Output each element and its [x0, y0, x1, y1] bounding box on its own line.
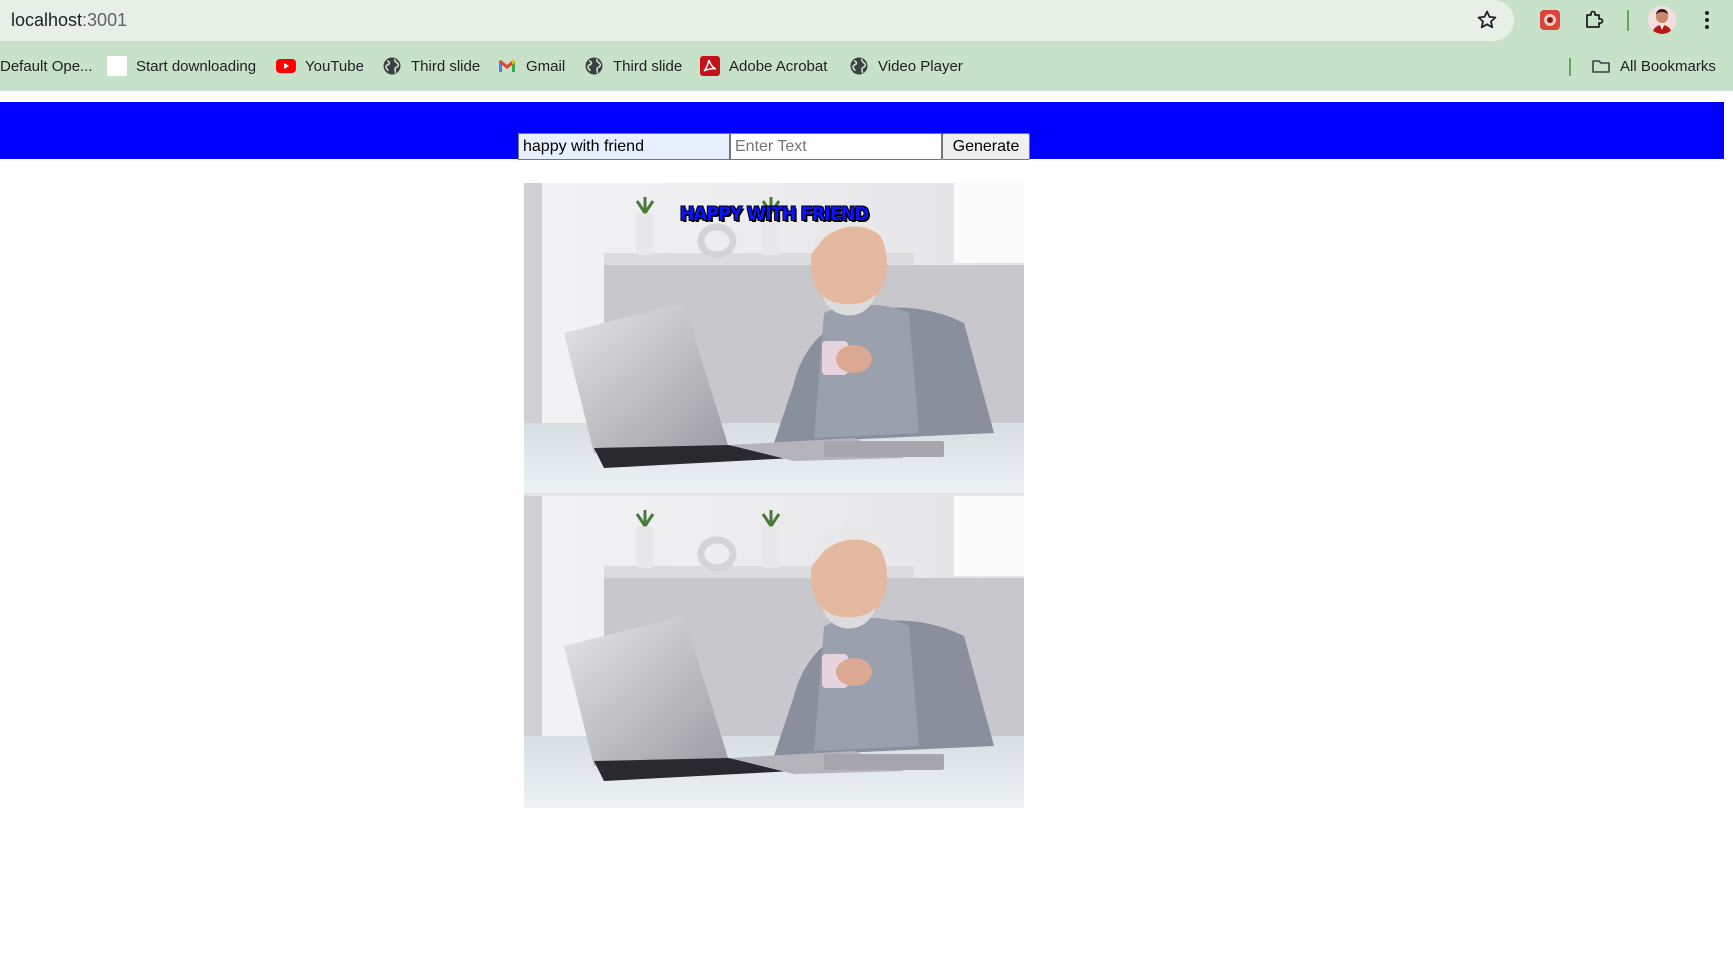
bookmark-label: Third slide	[411, 57, 481, 75]
url-text[interactable]: localhost:3001	[11, 10, 127, 31]
generate-button[interactable]: Generate	[942, 133, 1030, 160]
meme-picture	[524, 183, 1024, 808]
bookmark-start-downloading[interactable]: Start downloading	[107, 54, 256, 78]
bookmark-label: YouTube	[305, 57, 364, 75]
browser-toolbar: localhost:3001	[0, 0, 1733, 41]
bookmark-label: Video Player	[878, 57, 963, 75]
bookmark-label: Default Ope...	[0, 57, 93, 75]
meme-image: HAPPY WITH FRIEND	[524, 183, 1024, 808]
globe-icon	[383, 57, 401, 75]
bookmarks-divider	[1569, 58, 1571, 76]
address-bar[interactable]: localhost:3001	[0, 0, 1514, 41]
extension-icon[interactable]	[1538, 8, 1562, 32]
all-bookmarks-label: All Bookmarks	[1620, 57, 1716, 75]
bookmark-label: Start downloading	[136, 57, 257, 75]
blank-page-icon	[107, 56, 127, 76]
all-bookmarks-button[interactable]: All Bookmarks	[1591, 54, 1716, 78]
meme-top-panel	[524, 183, 1024, 495]
more-menu-icon[interactable]	[1697, 8, 1717, 32]
url-host: localhost	[11, 10, 83, 30]
toolbar-divider	[1627, 10, 1629, 31]
bookmark-youtube[interactable]: YouTube	[276, 54, 364, 78]
youtube-icon	[276, 59, 296, 73]
gmail-icon	[499, 60, 515, 72]
bookmark-label: Gmail	[526, 57, 566, 75]
bookmark-gmail[interactable]: Gmail	[497, 54, 565, 78]
profile-icon	[1652, 9, 1672, 34]
folder-icon	[1592, 60, 1610, 73]
bookmark-label: Third slide	[613, 57, 683, 75]
bookmark-adobe-acrobat[interactable]: Adobe Acrobat	[700, 54, 827, 78]
bookmark-third-slide-1[interactable]: Third slide	[382, 54, 480, 78]
top-text-input[interactable]	[518, 133, 730, 160]
bottom-text-input[interactable]	[730, 133, 942, 160]
extensions-puzzle-icon[interactable]	[1582, 8, 1606, 32]
acrobat-icon	[700, 56, 720, 76]
meme-bottom-panel	[524, 496, 1024, 808]
meme-caption: HAPPY WITH FRIEND	[679, 203, 869, 225]
bookmark-star-icon[interactable]	[1475, 8, 1499, 32]
globe-icon	[585, 57, 603, 75]
bookmark-label: Adobe Acrobat	[729, 57, 828, 75]
bookmark-video-player[interactable]: Video Player	[849, 54, 963, 78]
profile-avatar[interactable]	[1648, 6, 1676, 34]
globe-icon	[850, 57, 868, 75]
bookmark-third-slide-2[interactable]: Third slide	[584, 54, 682, 78]
url-port: :3001	[82, 10, 128, 30]
bookmark-default-ope[interactable]: Default Ope...	[0, 54, 93, 78]
bookmarks-bar: Default Ope... Start downloading YouTube…	[0, 41, 1733, 91]
